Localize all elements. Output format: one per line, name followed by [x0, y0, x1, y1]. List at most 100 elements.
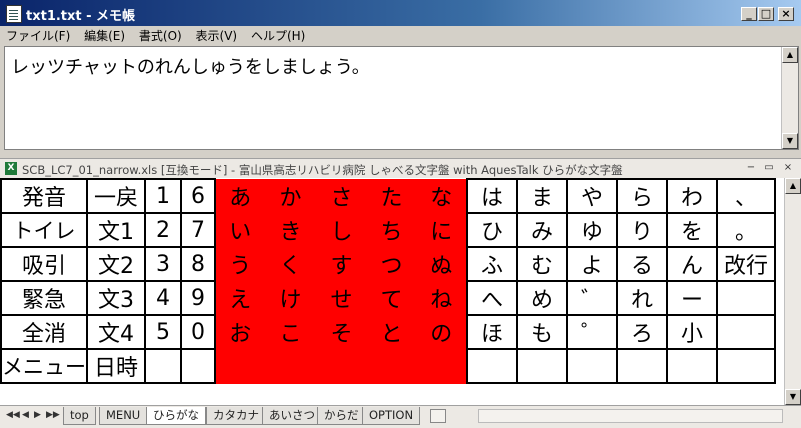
- grid-cell[interactable]: トイレ: [0, 212, 88, 248]
- grid-cell[interactable]: ほ: [466, 314, 518, 350]
- grid-cell[interactable]: [144, 348, 182, 384]
- scroll-down-arrow-icon[interactable]: ▼: [782, 133, 798, 149]
- sheet-tab-menu[interactable]: MENU: [99, 407, 148, 425]
- notepad-text-area[interactable]: レッツチャットのれんしゅうをしましょう。 ▲ ▼: [4, 46, 799, 150]
- grid-cell[interactable]: 、: [716, 178, 776, 214]
- grid-cell[interactable]: ぬ: [415, 246, 468, 282]
- grid-cell[interactable]: 小: [666, 314, 718, 350]
- grid-cell[interactable]: 6: [180, 178, 216, 214]
- grid-cell[interactable]: の: [415, 314, 468, 350]
- tab-nav-next-icon[interactable]: ▶: [34, 410, 41, 420]
- grid-cell[interactable]: メニュー: [0, 348, 88, 384]
- tab-nav-prev-icon[interactable]: ◀: [22, 410, 29, 420]
- grid-cell[interactable]: 1: [144, 178, 182, 214]
- grid-cell[interactable]: も: [516, 314, 568, 350]
- grid-cell[interactable]: [666, 348, 718, 384]
- grid-cell[interactable]: [716, 314, 776, 350]
- grid-cell[interactable]: ふ: [466, 246, 518, 282]
- grid-cell[interactable]: ち: [366, 212, 417, 248]
- grid-cell[interactable]: ゜: [566, 314, 618, 350]
- grid-cell[interactable]: ま: [516, 178, 568, 214]
- grid-cell[interactable]: よ: [566, 246, 618, 282]
- grid-cell[interactable]: [264, 348, 317, 384]
- grid-cell[interactable]: 吸引: [0, 246, 88, 282]
- grid-cell[interactable]: や: [566, 178, 618, 214]
- grid-cell[interactable]: て: [366, 280, 417, 316]
- sheet-tab-body[interactable]: からだ: [317, 407, 366, 425]
- grid-cell[interactable]: 5: [144, 314, 182, 350]
- grid-cell[interactable]: わ: [666, 178, 718, 214]
- grid-cell[interactable]: [466, 348, 518, 384]
- sheet-tab-option[interactable]: OPTION: [362, 407, 421, 425]
- grid-cell[interactable]: [180, 348, 216, 384]
- grid-cell[interactable]: 発音: [0, 178, 88, 214]
- sheet-tab-hiragana[interactable]: ひらがな: [146, 407, 206, 425]
- excel-horizontal-scrollbar[interactable]: [478, 409, 783, 423]
- menu-edit[interactable]: 編集(E): [84, 26, 125, 46]
- grid-cell[interactable]: さ: [315, 178, 368, 214]
- grid-cell[interactable]: れ: [616, 280, 668, 316]
- grid-cell[interactable]: お: [214, 314, 266, 350]
- grid-cell[interactable]: [415, 348, 468, 384]
- sheet-tab-top[interactable]: top: [63, 407, 96, 425]
- grid-cell[interactable]: 。: [716, 212, 776, 248]
- grid-cell[interactable]: 日時: [86, 348, 146, 384]
- excel-scroll-down-arrow-icon[interactable]: ▼: [785, 389, 801, 405]
- insert-sheet-icon[interactable]: [430, 409, 446, 423]
- grid-cell[interactable]: 8: [180, 246, 216, 282]
- grid-cell[interactable]: え: [214, 280, 266, 316]
- grid-cell[interactable]: ゛: [566, 280, 618, 316]
- grid-cell[interactable]: [315, 348, 368, 384]
- grid-cell[interactable]: く: [264, 246, 317, 282]
- excel-scroll-up-arrow-icon[interactable]: ▲: [785, 178, 801, 194]
- grid-cell[interactable]: ひ: [466, 212, 518, 248]
- grid-cell[interactable]: 全消: [0, 314, 88, 350]
- notepad-vertical-scrollbar[interactable]: ▲ ▼: [781, 47, 798, 149]
- grid-cell[interactable]: と: [366, 314, 417, 350]
- grid-cell[interactable]: 改行: [716, 246, 776, 282]
- grid-cell[interactable]: は: [466, 178, 518, 214]
- grid-cell[interactable]: ね: [415, 280, 468, 316]
- grid-cell[interactable]: 7: [180, 212, 216, 248]
- grid-cell[interactable]: を: [666, 212, 718, 248]
- grid-cell[interactable]: な: [415, 178, 468, 214]
- sheet-tab-katakana[interactable]: カタカナ: [206, 407, 266, 425]
- grid-cell[interactable]: た: [366, 178, 417, 214]
- grid-cell[interactable]: 一戻: [86, 178, 146, 214]
- grid-cell[interactable]: い: [214, 212, 266, 248]
- grid-cell[interactable]: ゆ: [566, 212, 618, 248]
- grid-cell[interactable]: め: [516, 280, 568, 316]
- grid-cell[interactable]: 4: [144, 280, 182, 316]
- grid-cell[interactable]: か: [264, 178, 317, 214]
- grid-cell[interactable]: り: [616, 212, 668, 248]
- grid-cell[interactable]: み: [516, 212, 568, 248]
- excel-close-button[interactable]: ×: [781, 162, 795, 175]
- grid-cell[interactable]: つ: [366, 246, 417, 282]
- grid-cell[interactable]: へ: [466, 280, 518, 316]
- grid-cell[interactable]: 文4: [86, 314, 146, 350]
- grid-cell[interactable]: き: [264, 212, 317, 248]
- grid-cell[interactable]: [366, 348, 417, 384]
- grid-cell[interactable]: ー: [666, 280, 718, 316]
- excel-vertical-scrollbar[interactable]: ▲ ▼: [784, 178, 801, 405]
- grid-cell[interactable]: [716, 348, 776, 384]
- maximize-button[interactable]: □: [758, 7, 774, 21]
- grid-cell[interactable]: け: [264, 280, 317, 316]
- grid-cell[interactable]: あ: [214, 178, 266, 214]
- grid-cell[interactable]: し: [315, 212, 368, 248]
- grid-cell[interactable]: 文2: [86, 246, 146, 282]
- menu-view[interactable]: 表示(V): [196, 26, 238, 46]
- grid-cell[interactable]: 9: [180, 280, 216, 316]
- grid-cell[interactable]: そ: [315, 314, 368, 350]
- grid-cell[interactable]: 文1: [86, 212, 146, 248]
- grid-cell[interactable]: ら: [616, 178, 668, 214]
- grid-cell[interactable]: こ: [264, 314, 317, 350]
- grid-cell[interactable]: 3: [144, 246, 182, 282]
- grid-cell[interactable]: む: [516, 246, 568, 282]
- menu-format[interactable]: 書式(O): [139, 26, 182, 46]
- grid-cell[interactable]: [616, 348, 668, 384]
- grid-cell[interactable]: 緊急: [0, 280, 88, 316]
- grid-cell[interactable]: [716, 280, 776, 316]
- tab-nav-last-icon[interactable]: ▶▶: [46, 410, 60, 420]
- grid-cell[interactable]: 0: [180, 314, 216, 350]
